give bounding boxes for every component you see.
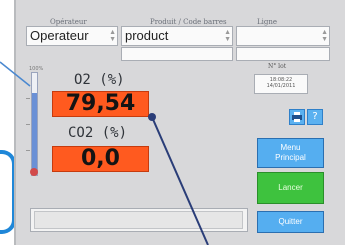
callout-line-value [151, 116, 209, 245]
callout-dot [148, 113, 156, 121]
callout-line-gauge [0, 61, 31, 87]
annotation-overlay [0, 61, 209, 245]
